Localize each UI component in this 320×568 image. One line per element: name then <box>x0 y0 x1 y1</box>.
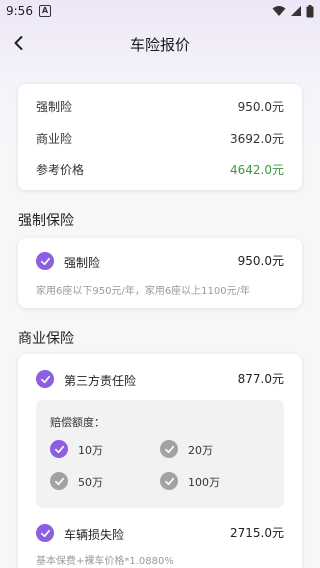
limit-option-100w-check-icon[interactable] <box>160 472 178 490</box>
third-party-value: 877.0元 <box>237 372 284 386</box>
summary-value: 3692.0元 <box>230 132 284 146</box>
wifi-icon <box>272 6 286 16</box>
compulsory-card: 强制险 950.0元 家用6座以下950元/年，家用6座以上1100元/年 <box>18 238 302 308</box>
commercial-card: 第三方责任险 877.0元 赔偿额度： 10万 20万 50万 100万 车辆损… <box>18 354 302 568</box>
reference-price-value: 4642.0元 <box>230 163 284 177</box>
compulsory-check-icon[interactable] <box>36 252 54 270</box>
limit-option-20w-check-icon[interactable] <box>160 440 178 458</box>
limit-option-10w-label[interactable]: 10万 <box>78 442 103 458</box>
app-bar: 车险报价 <box>0 26 320 62</box>
limit-option-50w-check-icon[interactable] <box>50 472 68 490</box>
liability-limit-label: 赔偿额度： <box>50 416 105 429</box>
app-notification-icon: A <box>39 5 51 17</box>
third-party-check-icon[interactable] <box>36 370 54 388</box>
compulsory-item-label: 强制险 <box>64 256 101 270</box>
battery-icon <box>306 4 314 17</box>
system-icons <box>272 4 314 18</box>
liability-limit-box: 赔偿额度： 10万 20万 50万 100万 <box>36 400 284 508</box>
price-summary-card: 强制险 950.0元 商业险 3692.0元 参考价格 4642.0元 <box>18 84 302 190</box>
status-bar: 9:56 A <box>0 0 320 24</box>
compulsory-item-value: 950.0元 <box>237 254 284 268</box>
summary-label: 参考价格 <box>36 163 85 177</box>
third-party-label: 第三方责任险 <box>64 374 137 388</box>
vehicle-damage-value: 2715.0元 <box>230 526 284 540</box>
limit-option-10w-check-icon[interactable] <box>50 440 68 458</box>
limit-option-20w-label[interactable]: 20万 <box>188 442 213 458</box>
signal-icon <box>291 6 301 16</box>
section-title-commercial: 商业保险 <box>18 331 74 347</box>
vehicle-damage-label: 车辆损失险 <box>64 528 125 542</box>
summary-label: 强制险 <box>36 100 73 114</box>
summary-value: 950.0元 <box>237 100 284 114</box>
vehicle-damage-check-icon[interactable] <box>36 524 54 542</box>
limit-option-50w-label[interactable]: 50万 <box>78 474 103 490</box>
vehicle-damage-note: 基本保费+裸车价格*1.0880% <box>36 556 174 567</box>
limit-option-100w-label[interactable]: 100万 <box>188 474 220 490</box>
section-title-compulsory: 强制保险 <box>18 213 74 229</box>
page-title: 车险报价 <box>129 36 190 54</box>
status-time: 9:56 <box>6 4 33 18</box>
compulsory-note: 家用6座以下950元/年，家用6座以上1100元/年 <box>36 286 250 297</box>
summary-label: 商业险 <box>36 132 73 146</box>
